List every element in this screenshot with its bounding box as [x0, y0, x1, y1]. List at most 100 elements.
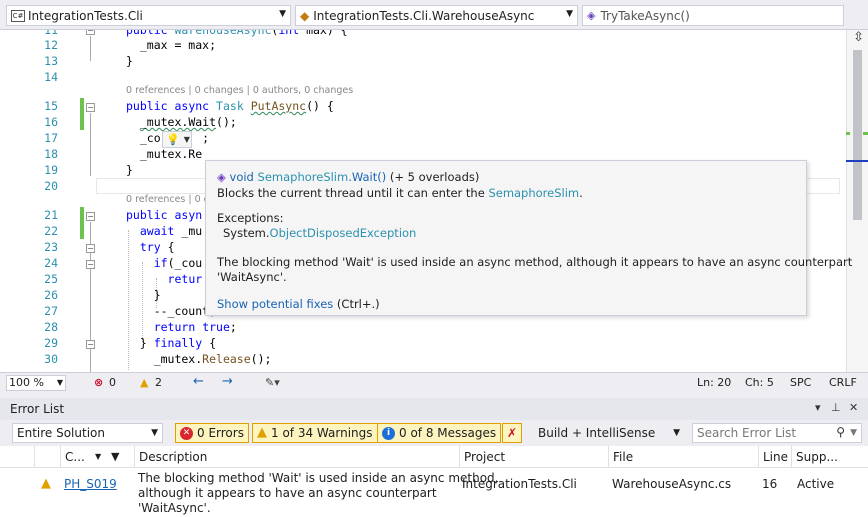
code-editor[interactable]: 11 12 13 14 15 16 17 18 19 20 21 22 23 2… [0, 30, 868, 372]
column-header-suppression[interactable]: Supp... [791, 446, 841, 468]
fix-row: Show potential fixes (Ctrl+.) [217, 297, 380, 311]
scrollbar-thumb[interactable] [853, 50, 862, 220]
error-icon: ✕ [180, 426, 193, 440]
change-bar [80, 223, 84, 239]
navigate-back-icon[interactable]: ← [193, 374, 204, 389]
chevron-down-icon: ▼ [566, 9, 573, 19]
editor-status-bar: 100 % ▼ ⊗ 0 ▲ 2 ← → ✎▾ Ln: 20 Ch: 5 SPC … [0, 372, 868, 392]
code-line-30: _mutex.Release(); [126, 352, 272, 366]
method-icon: ◈ [587, 9, 596, 22]
code-line-18: _mutex.Re [126, 147, 203, 161]
diagnostic-code-link[interactable]: PH_S019 [64, 477, 117, 491]
code-line-28: return true; [153, 320, 237, 334]
filter-icon[interactable]: ▼ [111, 446, 119, 468]
warnings-filter-button[interactable]: ▲ 1 of 34 Warnings [252, 423, 378, 443]
error-count[interactable]: 0 [109, 376, 116, 389]
exceptions-label: Exceptions: [217, 211, 284, 225]
project-dropdown[interactable]: C# IntegrationTests.Cli ▼ [6, 5, 291, 26]
description-line1: The blocking method 'Wait' is used insid… [138, 471, 499, 485]
line-number: 20 [44, 179, 58, 193]
scope-dropdown[interactable]: Entire Solution ▼ [12, 423, 163, 443]
code-cleanup-icon[interactable]: ✎▾ [265, 376, 280, 389]
code-line-24: if(_cou [153, 256, 203, 270]
line-number: 13 [44, 54, 58, 68]
line-indicator: Ln: 20 [697, 376, 732, 389]
errors-filter-button[interactable]: ✕ 0 Errors [175, 423, 249, 443]
member-dropdown[interactable]: ◈ TryTakeAsync() [582, 5, 844, 26]
navigate-forward-icon[interactable]: → [222, 374, 233, 389]
build-filter-icon[interactable]: ✗ [502, 423, 522, 443]
column-header-code[interactable]: C... ▼ ▼ [60, 446, 134, 468]
change-bar [80, 114, 84, 130]
change-marker [863, 132, 868, 135]
table-row[interactable]: ▲ PH_S019 The blocking method 'Wait' is … [0, 468, 868, 517]
column-header-category[interactable] [34, 446, 60, 468]
zoom-dropdown[interactable]: 100 % ▼ [6, 375, 66, 391]
errors-filter-label: 0 Errors [197, 426, 244, 440]
analyzer-message-line2: 'WaitAsync'. [217, 270, 287, 284]
pin-icon[interactable]: ⊥ [831, 401, 841, 414]
lightbulb-icon: 💡 [166, 133, 180, 146]
vertical-scrollbar[interactable]: ⇳ [846, 30, 868, 372]
show-potential-fixes-link[interactable]: Show potential fixes [217, 297, 333, 311]
line-number: 25 [44, 272, 58, 286]
exception-type-link[interactable]: ObjectDisposedException [270, 226, 417, 240]
warnings-filter-label: 1 of 34 Warnings [271, 426, 373, 440]
change-marker [846, 132, 850, 135]
code-line-16: _mutex.Wait(); [139, 115, 237, 129]
collapse-toggle[interactable]: − [86, 260, 95, 269]
column-header-project[interactable]: Project [459, 446, 608, 468]
line-number: 29 [44, 336, 58, 350]
signature-type-link[interactable]: SemaphoreSlim [258, 170, 349, 184]
error-icon: ⊗ [94, 376, 104, 389]
summary-type-link[interactable]: SemaphoreSlim [488, 186, 579, 200]
description-line3: 'WaitAsync'. [138, 501, 211, 515]
line-number: 17 [44, 131, 58, 145]
collapse-toggle[interactable]: − [86, 30, 95, 35]
dropdown-menu-icon[interactable]: ▾ [815, 401, 821, 414]
column-header-description[interactable]: Description [134, 446, 459, 468]
line-number: 24 [44, 256, 58, 270]
collapse-toggle[interactable]: − [86, 103, 95, 112]
exception-namespace: System. [223, 226, 270, 240]
split-window-icon[interactable]: ⇳ [853, 30, 864, 45]
code-line-17-start: _co [126, 131, 161, 145]
warning-icon: ▲ [140, 376, 149, 389]
warning-count[interactable]: 2 [155, 376, 162, 389]
outline-line [90, 113, 91, 176]
sort-desc-icon: ▼ [95, 452, 102, 461]
error-list-toolbar: Entire Solution ▼ ✕ 0 Errors ▲ 1 of 34 W… [0, 420, 868, 446]
project-dropdown-label: IntegrationTests.Cli [28, 8, 143, 23]
collapse-toggle[interactable]: − [86, 340, 95, 349]
line-number: 28 [44, 320, 58, 334]
codelens-putasync[interactable]: 0 references | 0 changes | 0 authors, 0 … [126, 85, 353, 96]
change-bar [80, 98, 84, 114]
whitespace-mode[interactable]: SPC [790, 376, 811, 389]
build-intellisense-dropdown[interactable]: Build + IntelliSense ▼ [533, 423, 685, 443]
quick-actions-lightbulb[interactable]: 💡 ▼ [162, 131, 192, 148]
column-header-file[interactable]: File [608, 446, 758, 468]
column-header-line[interactable]: Line [758, 446, 791, 468]
messages-filter-button[interactable]: i 0 of 8 Messages [377, 423, 502, 443]
chevron-down-icon: ▼ [850, 428, 857, 438]
fix-shortcut: (Ctrl+.) [333, 297, 380, 311]
change-bar [80, 207, 84, 223]
class-icon: ◆ [300, 8, 310, 23]
code-line-13: } [126, 54, 133, 68]
code-line-11: public WarehouseAsync(int max) { [126, 30, 348, 37]
collapse-toggle[interactable]: − [86, 212, 95, 221]
code-line-26: } [126, 288, 161, 302]
type-dropdown[interactable]: ◆ IntegrationTests.Cli.WarehouseAsync ▼ [295, 5, 578, 26]
line-cell: 16 [762, 477, 778, 491]
code-line-21: public asyn [126, 208, 203, 222]
line-number: 26 [44, 288, 58, 302]
signature-method: .Wait() [348, 170, 387, 184]
line-number: 14 [44, 70, 58, 84]
caret-position-marker [846, 160, 868, 162]
search-error-list-input[interactable]: Search Error List ⚲ ▼ [692, 423, 862, 443]
error-list-panel: Error List ▾ ⊥ ✕ Entire Solution ▼ ✕ 0 E… [0, 392, 868, 517]
search-icon: ⚲ [836, 425, 845, 439]
line-endings[interactable]: CRLF [829, 376, 857, 389]
close-icon[interactable]: ✕ [849, 401, 858, 414]
collapse-toggle[interactable]: − [86, 244, 95, 253]
